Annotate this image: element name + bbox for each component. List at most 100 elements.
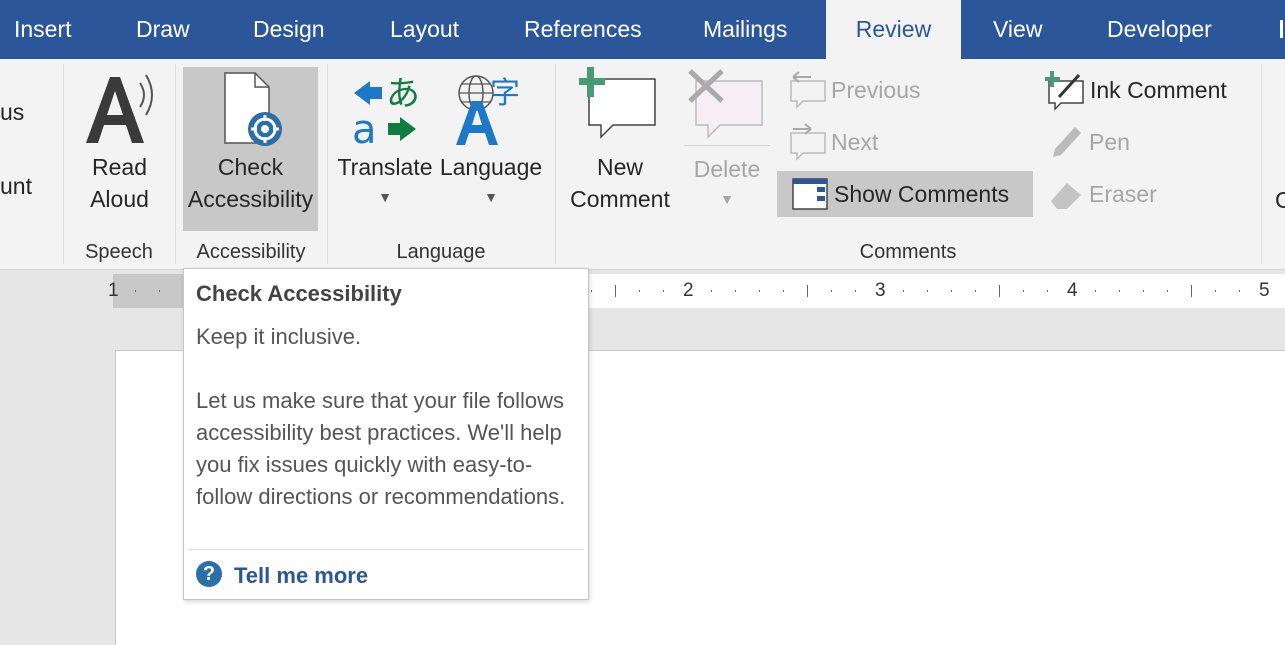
language-dropdown-arrow[interactable]: ▼ (436, 181, 546, 213)
ribbon: us unt Read Aloud Speech Check Accessibi… (0, 59, 1285, 270)
tab-draw[interactable]: Draw (136, 0, 190, 59)
help-icon: ? (196, 561, 222, 587)
check-accessibility-button[interactable]: Check Accessibility (183, 67, 318, 231)
ruler-tick (1095, 290, 1096, 292)
show-comments-button[interactable]: Show Comments (777, 171, 1033, 217)
read-aloud-icon (86, 74, 153, 143)
translate-button[interactable]: あ a Translate ▼ (336, 67, 434, 227)
group-separator (327, 64, 328, 264)
translate-icon: あ a (352, 74, 420, 147)
ruler-tick (759, 290, 760, 292)
language-button[interactable]: 字 Language ▼ (436, 67, 546, 227)
ink-comment-icon (1045, 71, 1084, 111)
tab-overflow-edge (1280, 20, 1283, 38)
ruler-tick (831, 290, 832, 292)
partial-label-1[interactable]: us (0, 99, 24, 126)
tab-mailings[interactable]: Mailings (703, 0, 787, 59)
next-comment-icon (790, 123, 826, 161)
svg-text:a: a (352, 107, 377, 147)
delete-comment-icon (688, 69, 763, 139)
tab-developer[interactable]: Developer (1107, 0, 1212, 59)
ruler-tick (1023, 290, 1024, 292)
previous-label: Previous (831, 77, 921, 103)
ruler-tick (975, 290, 976, 292)
check-accessibility-label-1: Check (217, 154, 284, 180)
ruler-tick (855, 290, 856, 292)
next-label: Next (831, 129, 879, 155)
read-aloud-label-2: Aloud (90, 186, 149, 212)
ruler-tick (1119, 290, 1120, 292)
tab-view[interactable]: View (993, 0, 1042, 59)
delete-split-line (684, 145, 770, 146)
tab-layout[interactable]: Layout (390, 0, 459, 59)
delete-comment-button[interactable]: Delete ▼ (682, 67, 772, 227)
previous-comment-button[interactable]: Previous (787, 67, 967, 113)
tooltip-tagline: Keep it inclusive. (196, 324, 362, 349)
svg-text:あ: あ (386, 74, 420, 114)
tooltip-separator (188, 549, 584, 550)
ruler-tick (1047, 290, 1048, 292)
group-separator (555, 64, 556, 264)
ruler-tick (783, 290, 784, 292)
tab-references[interactable]: References (524, 0, 642, 59)
ruler-tick (135, 290, 136, 292)
ruler-tick (711, 290, 712, 292)
ruler-tick (1215, 290, 1216, 292)
partial-label-2[interactable]: unt (0, 173, 32, 200)
ruler-tick (1191, 285, 1192, 297)
pen-button[interactable]: Pen (1045, 119, 1185, 165)
tooltip-title: Check Accessibility (196, 281, 402, 306)
eraser-icon (1051, 183, 1081, 209)
check-accessibility-label-2: Accessibility (187, 186, 314, 212)
ruler-tick (1239, 290, 1240, 292)
partial-right-label[interactable]: C (1275, 187, 1285, 214)
language-icon: 字 (456, 75, 520, 145)
svg-text:字: 字 (490, 76, 520, 111)
pen-icon (1053, 127, 1081, 157)
tab-insert[interactable]: Insert (14, 0, 72, 59)
read-aloud-button[interactable]: Read Aloud (72, 67, 167, 227)
comments-group-label: Comments (859, 241, 957, 263)
ruler-tick (1167, 290, 1168, 292)
check-accessibility-tooltip: Check Accessibility Keep it inclusive. L… (183, 268, 589, 600)
ruler-tick (159, 290, 160, 292)
ruler-number: 4 (1067, 280, 1078, 301)
speech-group-label: Speech (85, 241, 153, 263)
tab-review[interactable]: Review (826, 0, 961, 59)
ruler-tick (903, 290, 904, 292)
ruler-tick (663, 290, 664, 292)
read-aloud-label-1: Read (92, 154, 147, 180)
ruler-tick (927, 290, 928, 292)
ruler-tick (807, 285, 808, 297)
ruler-tick (591, 290, 592, 292)
previous-comment-icon (790, 71, 826, 109)
ruler-tick (639, 290, 640, 292)
ribbon-tab-bar: Insert Draw Design Layout References Mai… (0, 0, 1285, 59)
accessibility-group-label: Accessibility (196, 241, 306, 263)
ruler-tick (735, 290, 736, 292)
eraser-label: Eraser (1089, 181, 1157, 207)
eraser-button[interactable]: Eraser (1045, 171, 1185, 217)
ruler-number: 5 (1259, 280, 1270, 301)
language-label: Language (439, 154, 543, 180)
ruler-tick (615, 285, 616, 297)
tooltip-description: Let us make sure that your file follows … (196, 388, 566, 509)
next-comment-button[interactable]: Next (787, 119, 967, 165)
ruler-tick (951, 290, 952, 292)
tell-me-more-label: Tell me more (234, 563, 369, 588)
ruler-tick (1143, 290, 1144, 292)
pen-label: Pen (1089, 129, 1130, 155)
translate-label: Translate (337, 154, 433, 180)
ink-comment-button[interactable]: Ink Comment (1045, 67, 1255, 113)
group-separator (175, 64, 176, 264)
tooltip-body: Keep it inclusive. Let us make sure that… (196, 321, 581, 513)
ruler-tick (999, 285, 1000, 297)
new-comment-button[interactable]: New Comment (565, 67, 675, 227)
translate-dropdown-arrow[interactable]: ▼ (336, 181, 434, 213)
tab-design[interactable]: Design (253, 0, 325, 59)
group-separator (1261, 64, 1262, 264)
ruler-number: 3 (875, 280, 886, 301)
new-comment-label-2: Comment (570, 186, 670, 212)
delete-dropdown-arrow[interactable]: ▼ (682, 183, 772, 215)
ruler-margin (113, 274, 187, 308)
